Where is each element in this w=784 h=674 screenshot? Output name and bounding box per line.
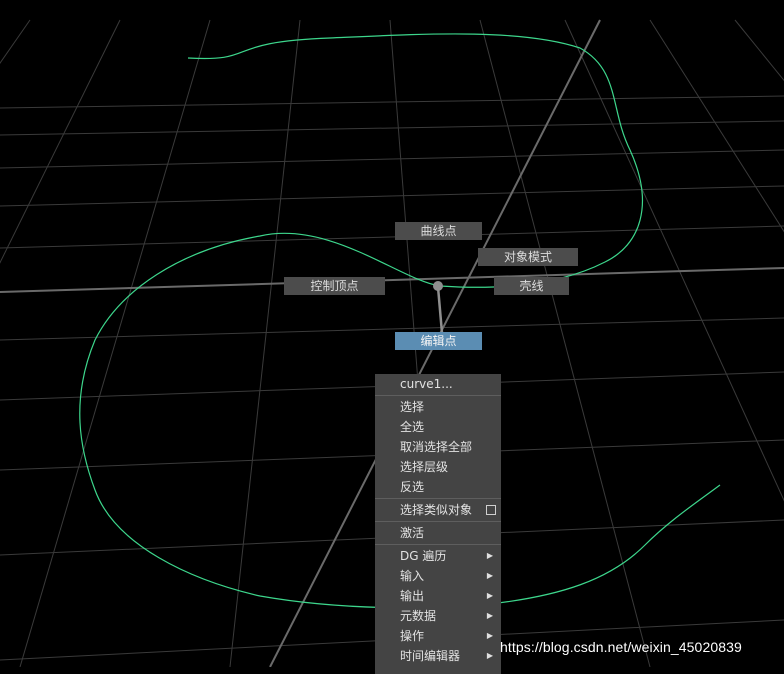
submenu-arrow-icon: ▶: [486, 551, 493, 560]
menu-item-label: 元数据: [400, 609, 437, 623]
marking-menu-hull[interactable]: 壳线: [494, 277, 569, 295]
menu-item-deselect-all[interactable]: 取消选择全部: [375, 437, 501, 457]
menu-item-label: 激活: [400, 526, 425, 540]
marking-menu-center-icon: [433, 281, 443, 291]
marking-menu-curve-point[interactable]: 曲线点: [395, 222, 482, 240]
submenu-arrow-icon: ▶: [486, 651, 493, 660]
menu-item-activate[interactable]: 激活: [375, 523, 501, 543]
menu-item-label: 时间编辑器: [400, 649, 461, 663]
menu-item-outputs[interactable]: 输出 ▶: [375, 586, 501, 606]
menu-item-label: 选择层级: [400, 460, 449, 474]
menu-item-time-editor[interactable]: 时间编辑器 ▶: [375, 646, 501, 666]
menu-item-label: 取消选择全部: [400, 440, 473, 454]
menu-separator: [375, 395, 501, 396]
menu-item-actions[interactable]: 操作 ▶: [375, 626, 501, 646]
menu-item-label: 选择类似对象: [400, 503, 473, 517]
menu-item-select-similar[interactable]: 选择类似对象: [375, 500, 501, 520]
menu-item-select[interactable]: 选择: [375, 397, 501, 417]
menu-item-label: 输入: [400, 569, 425, 583]
marking-menu-edit-point[interactable]: 编辑点: [395, 332, 482, 350]
marking-menu-control-vertex[interactable]: 控制顶点: [284, 277, 385, 295]
menu-item-label: 选择: [400, 400, 425, 414]
submenu-arrow-icon: ▶: [486, 631, 493, 640]
menu-item-label: 操作: [400, 629, 425, 643]
menu-item-metadata[interactable]: 元数据 ▶: [375, 606, 501, 626]
menu-item-dg-traversal[interactable]: DG 遍历 ▶: [375, 546, 501, 566]
submenu-arrow-icon: ▶: [486, 611, 493, 620]
menu-separator: [375, 498, 501, 499]
marking-menu-object-mode[interactable]: 对象模式: [478, 248, 578, 266]
submenu-arrow-icon: ▶: [486, 571, 493, 580]
watermark-url: https://blog.csdn.net/weixin_45020839: [500, 639, 742, 655]
menu-item-label: 反选: [400, 480, 425, 494]
submenu-arrow-icon: ▶: [486, 591, 493, 600]
menu-item-select-hierarchy[interactable]: 选择层级: [375, 457, 501, 477]
context-menu-title: curve1...: [400, 377, 453, 391]
menu-separator: [375, 544, 501, 545]
menu-item-label: DG 遍历: [400, 549, 447, 563]
menu-item-label: 全选: [400, 420, 425, 434]
menu-item-inputs[interactable]: 输入 ▶: [375, 566, 501, 586]
menu-item-select-all[interactable]: 全选: [375, 417, 501, 437]
marking-menu-stem: [436, 286, 444, 334]
option-box-icon[interactable]: [486, 505, 496, 515]
menu-separator: [375, 521, 501, 522]
context-menu: curve1... 选择 全选 取消选择全部 选择层级 反选 选择类似对象 激活…: [375, 374, 501, 674]
menu-item-label: 输出: [400, 589, 425, 603]
menu-item-invert-selection[interactable]: 反选: [375, 477, 501, 497]
